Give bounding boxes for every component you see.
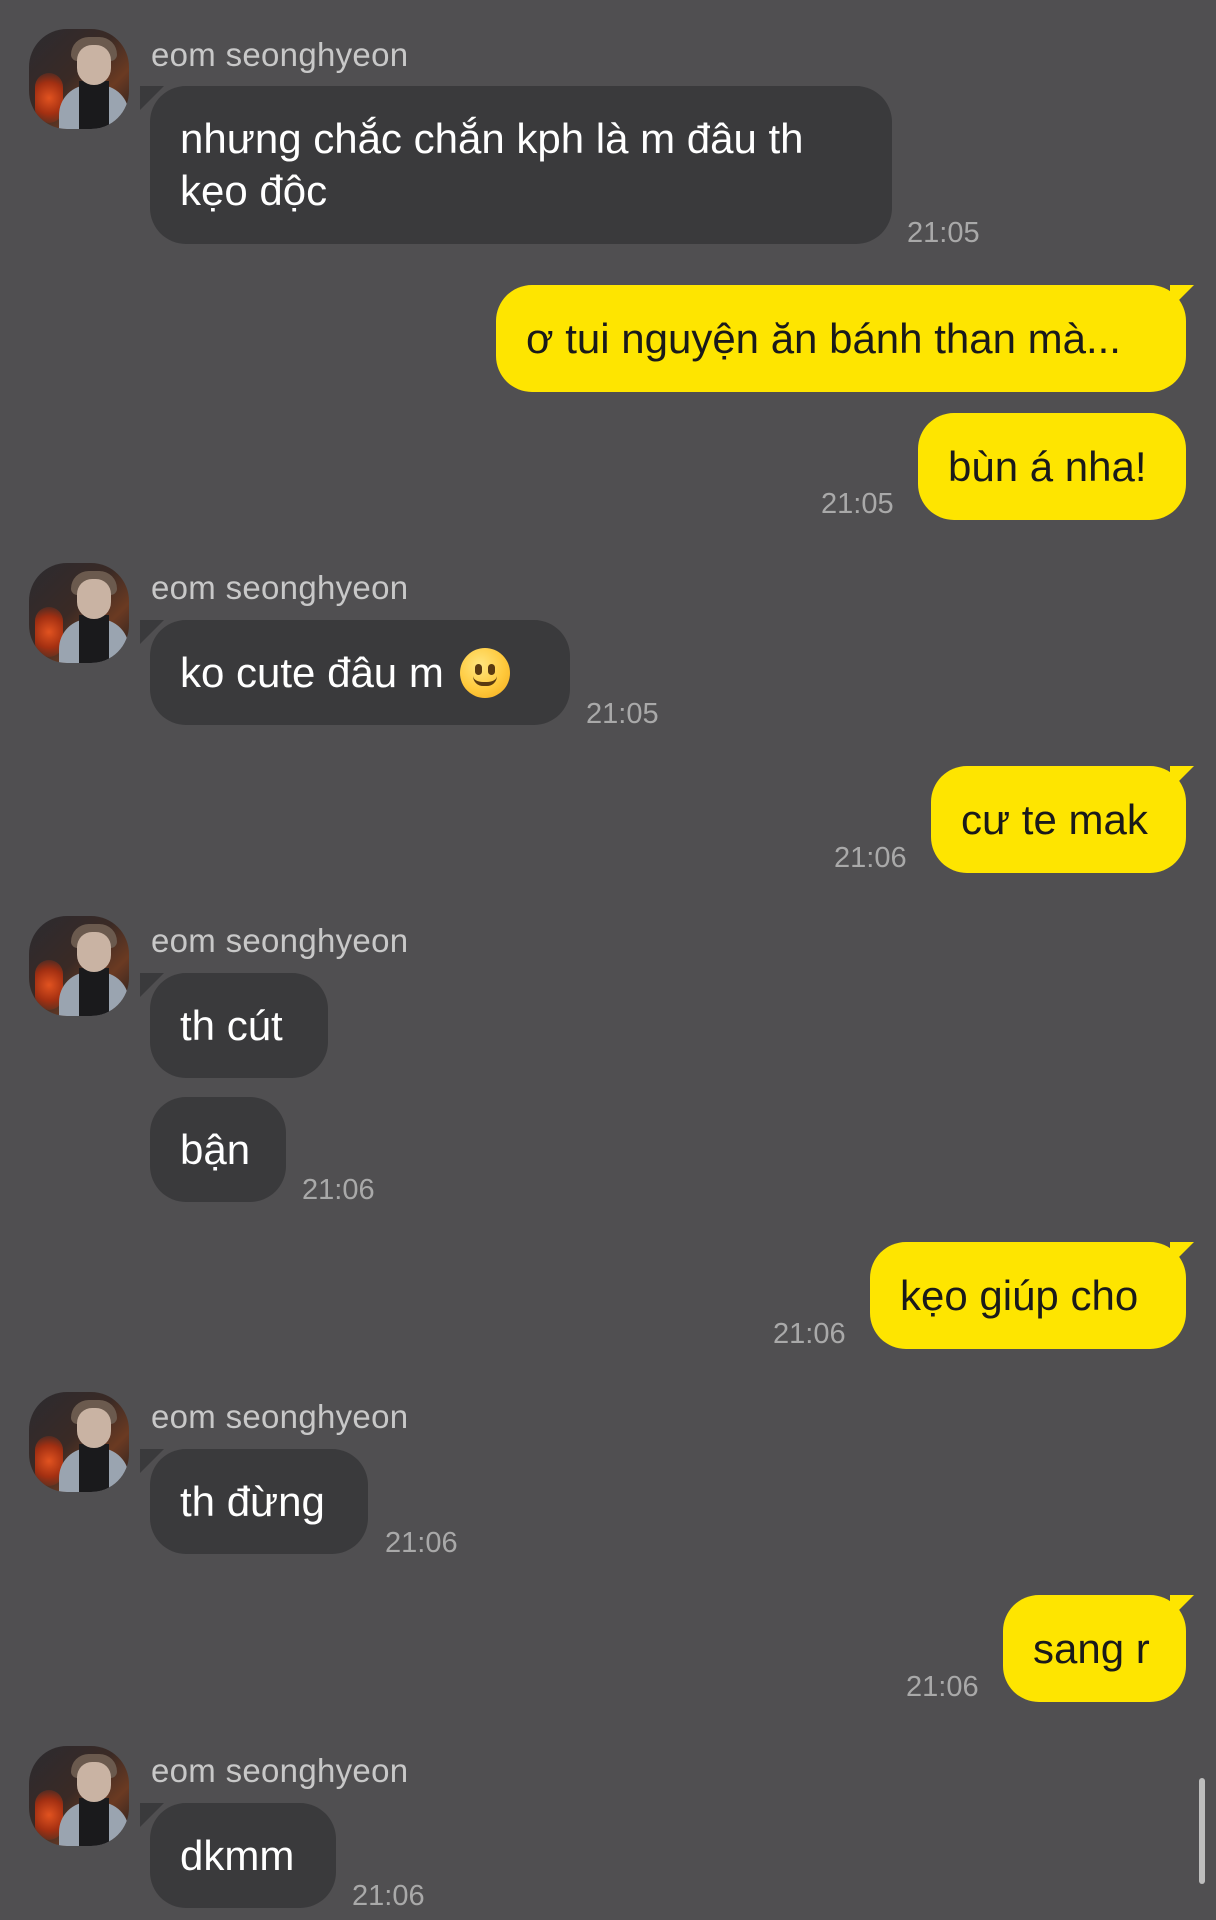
message-bubble-sent[interactable]: bùn á nha! (918, 413, 1186, 520)
message-text: sang r (1033, 1624, 1150, 1672)
message-bubble-received[interactable]: dkmm (150, 1803, 336, 1908)
message-bubble-sent[interactable]: kẹo giúp cho (870, 1242, 1186, 1349)
message-text: cư te mak (961, 795, 1148, 843)
message-bubble-received[interactable]: ko cute đâu m (150, 620, 570, 725)
message-timestamp: 21:05 (907, 217, 980, 249)
scrollbar[interactable] (1199, 1778, 1205, 1884)
message-timestamp: 21:06 (773, 1318, 846, 1350)
message-text: bận (180, 1125, 251, 1173)
contact-avatar[interactable] (29, 916, 129, 1016)
message-bubble-sent[interactable]: ơ tui nguyện ăn bánh than mà... (496, 285, 1186, 392)
contact-avatar[interactable] (29, 1746, 129, 1846)
message-text: bùn á nha! (948, 442, 1147, 490)
message-timestamp: 21:05 (586, 698, 659, 730)
sender-name: eom seonghyeon (151, 922, 409, 959)
message-text: ko cute đâu m (180, 648, 444, 696)
message-timestamp: 21:06 (385, 1527, 458, 1559)
contact-avatar[interactable] (29, 29, 129, 129)
sender-name: eom seonghyeon (151, 1752, 409, 1789)
message-bubble-received[interactable]: bận (150, 1097, 286, 1202)
message-timestamp: 21:06 (834, 842, 907, 874)
message-text: dkmm (180, 1831, 295, 1879)
message-text: ơ tui nguyện ăn bánh than mà... (526, 314, 1121, 362)
sender-name: eom seonghyeon (151, 569, 409, 606)
sender-name: eom seonghyeon (151, 36, 409, 73)
message-text: th cút (180, 1001, 283, 1049)
message-timestamp: 21:05 (821, 488, 894, 520)
contact-avatar[interactable] (29, 563, 129, 663)
slightly-smiling-face-icon (459, 647, 510, 698)
message-timestamp: 21:06 (352, 1880, 425, 1912)
message-text: nhưng chắc chắn kph là m đâu th kẹo độc (180, 115, 804, 214)
contact-avatar[interactable] (29, 1392, 129, 1492)
message-bubble-received[interactable]: nhưng chắc chắn kph là m đâu th kẹo độc (150, 86, 892, 244)
sender-name: eom seonghyeon (151, 1398, 409, 1435)
message-bubble-received[interactable]: th cút (150, 973, 328, 1078)
message-text: kẹo giúp cho (900, 1271, 1139, 1319)
message-bubble-received[interactable]: th đừng (150, 1449, 368, 1554)
message-bubble-sent[interactable]: cư te mak (931, 766, 1186, 873)
message-bubble-sent[interactable]: sang r (1003, 1595, 1186, 1702)
message-timestamp: 21:06 (906, 1671, 979, 1703)
message-timestamp: 21:06 (302, 1174, 375, 1206)
message-text: th đừng (180, 1477, 325, 1525)
